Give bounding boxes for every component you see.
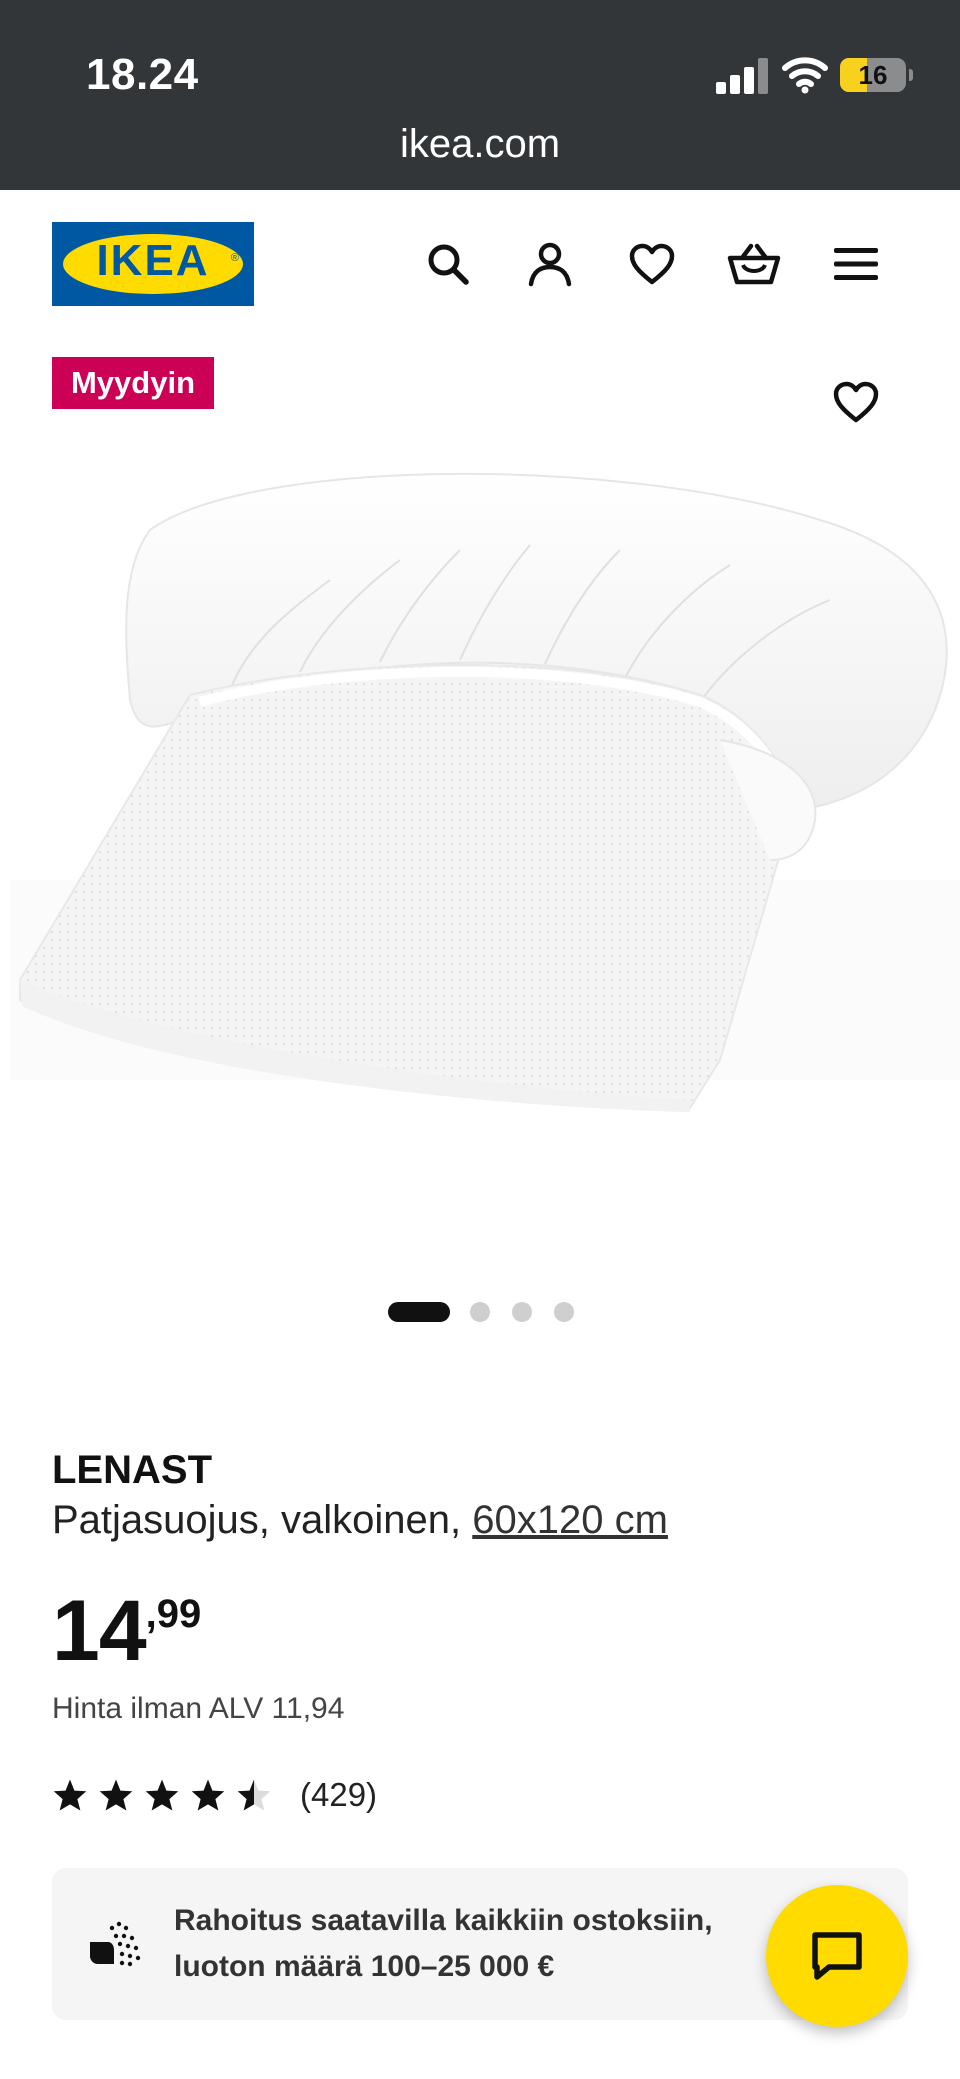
carousel-dot-1[interactable] bbox=[388, 1302, 450, 1322]
star-icon bbox=[191, 1779, 225, 1811]
star-icon bbox=[53, 1779, 87, 1811]
hamburger-menu-icon bbox=[834, 248, 878, 280]
battery-percent: 16 bbox=[858, 60, 888, 90]
browser-chrome: 18.24 16 ikea.com bbox=[0, 0, 960, 190]
battery-icon: 16 bbox=[840, 58, 913, 92]
financing-text: Rahoitus saatavilla kaikkiin ostoksiin, … bbox=[174, 1904, 713, 1983]
add-to-favourites-button[interactable] bbox=[826, 372, 886, 432]
product-rating[interactable]: (429) bbox=[52, 1774, 377, 1816]
favourites-button[interactable] bbox=[622, 234, 682, 294]
chat-icon bbox=[812, 1932, 862, 1980]
product-size-link[interactable]: 60x120 cm bbox=[472, 1498, 668, 1542]
address-bar-url[interactable]: ikea.com bbox=[0, 122, 960, 167]
account-icon bbox=[528, 242, 572, 287]
star-icon bbox=[99, 1779, 133, 1811]
heart-icon bbox=[629, 243, 675, 285]
account-button[interactable] bbox=[520, 234, 580, 294]
search-button[interactable] bbox=[418, 234, 478, 294]
image-carousel-indicator[interactable] bbox=[388, 1300, 588, 1324]
product-price: 14,99 bbox=[52, 1588, 201, 1674]
price-integer: 14 bbox=[52, 1583, 147, 1679]
price-excluding-vat: Hinta ilman ALV 11,94 bbox=[52, 1692, 345, 1725]
wifi-icon bbox=[782, 57, 828, 94]
heart-icon bbox=[833, 381, 879, 423]
half-star-icon bbox=[237, 1779, 271, 1811]
carousel-dot-4[interactable] bbox=[554, 1302, 574, 1322]
product-image[interactable] bbox=[0, 440, 960, 1160]
product-name: LENAST bbox=[52, 1448, 212, 1492]
basket-icon bbox=[727, 243, 781, 285]
financing-icon bbox=[90, 1921, 141, 1967]
menu-button[interactable] bbox=[826, 234, 886, 294]
chat-button[interactable] bbox=[766, 1885, 908, 2027]
status-time: 18.24 bbox=[86, 50, 199, 99]
star-icon bbox=[145, 1779, 179, 1811]
search-icon bbox=[428, 244, 469, 285]
carousel-dot-2[interactable] bbox=[470, 1302, 490, 1322]
review-count[interactable]: (429) bbox=[300, 1776, 377, 1814]
cart-button[interactable] bbox=[724, 234, 784, 294]
ikea-logo[interactable]: IKEA ® bbox=[52, 222, 254, 306]
logo-text: IKEA bbox=[96, 236, 210, 285]
cellular-signal-icon bbox=[716, 58, 768, 94]
product-description: Patjasuojus, valkoinen, 60x120 cm bbox=[52, 1498, 668, 1542]
bestseller-badge: Myydyin bbox=[52, 357, 214, 409]
carousel-dot-3[interactable] bbox=[512, 1302, 532, 1322]
price-decimals: ,99 bbox=[145, 1592, 202, 1636]
